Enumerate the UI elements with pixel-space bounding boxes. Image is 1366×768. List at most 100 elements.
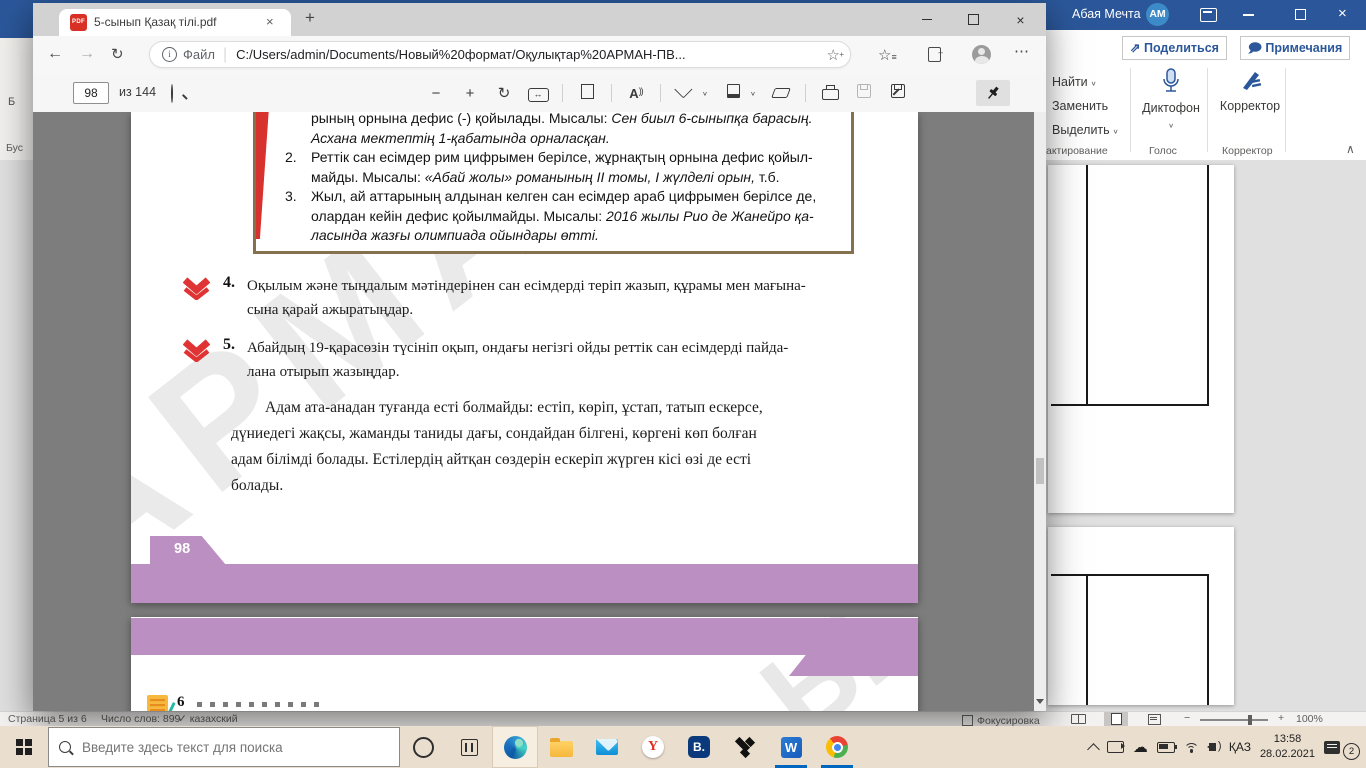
word-restore-button[interactable] [1295, 6, 1309, 20]
keyboard-language[interactable]: ҚАЗ [1229, 740, 1251, 754]
word-close-button[interactable]: × [1338, 5, 1347, 22]
collapse-ribbon-button[interactable]: ∧ [1346, 142, 1355, 156]
eraser-icon[interactable] [764, 85, 798, 102]
page-view-icon[interactable] [570, 80, 604, 103]
edge-minimize-button[interactable] [903, 3, 950, 36]
site-info-icon[interactable]: i [162, 47, 177, 62]
comments-button[interactable]: 🗩 Примечания [1240, 36, 1351, 60]
select-button[interactable]: Выделить ∨ [1052, 123, 1119, 137]
print-icon[interactable] [813, 84, 847, 102]
zoom-out-button[interactable]: − [1184, 712, 1190, 724]
cortana-button[interactable] [400, 726, 446, 768]
pdf-viewer[interactable]: АРМАН-ПВ рының орнына дефис (-) қойылады… [33, 112, 1046, 711]
ribbon-display-options-icon[interactable] [1200, 8, 1217, 22]
yandex-browser-button[interactable]: Y [630, 726, 676, 768]
file-explorer-button[interactable] [538, 726, 584, 768]
red-ribbon-decoration [256, 112, 269, 239]
read-aloud-icon[interactable]: A)) [619, 85, 653, 102]
save-icon[interactable] [847, 84, 881, 102]
taskbar-search[interactable] [48, 727, 400, 767]
pin-toolbar-button[interactable] [976, 80, 1010, 106]
zoom-slider-thumb[interactable] [1248, 715, 1252, 725]
focus-mode-button[interactable]: Фокусировка [962, 713, 1040, 727]
hidden-icons-chevron-icon[interactable] [1086, 742, 1100, 756]
pdf-file-icon: PDF [70, 14, 87, 31]
notification-badge: 2 [1343, 742, 1360, 760]
highlight-options-chevron-icon[interactable]: ∨ [750, 90, 764, 97]
scroll-down-arrow-icon[interactable] [1036, 699, 1044, 708]
battery-icon[interactable] [1156, 741, 1178, 753]
print-layout-button[interactable] [1104, 712, 1128, 726]
browser-tab[interactable]: PDF 5-сынып Қазақ тілі.pdf × [59, 9, 291, 36]
zoom-in-icon[interactable]: + [453, 85, 487, 102]
address-bar[interactable]: i Файл | C:/Users/admin/Documents/Новый%… [149, 41, 851, 68]
read-mode-button[interactable] [1066, 712, 1090, 726]
word-minimize-button[interactable] [1243, 14, 1254, 16]
ribbon-separator [1130, 68, 1131, 152]
fit-to-width-icon[interactable]: ↔ [521, 84, 555, 102]
meet-now-icon[interactable] [1106, 741, 1125, 753]
exercise-text: Оқылым және тыңдалым мәтіндерінен сан ес… [247, 278, 806, 318]
draw-options-chevron-icon[interactable]: ∨ [702, 90, 716, 97]
onedrive-cloud-icon[interactable]: ☁ [1133, 740, 1148, 755]
exercise-number: 5. [223, 336, 235, 353]
new-tab-button[interactable]: + [305, 8, 315, 28]
back-button[interactable]: ← [47, 45, 63, 63]
share-button[interactable]: ⇗ Поделиться [1122, 36, 1227, 60]
zoom-out-icon[interactable]: − [419, 85, 453, 102]
word-page[interactable] [1048, 527, 1234, 705]
save-as-icon[interactable] [881, 84, 915, 102]
scrollbar-thumb[interactable] [1036, 458, 1044, 484]
edge-maximize-button[interactable] [950, 3, 997, 36]
find-button[interactable]: Найти ∨ [1052, 75, 1097, 89]
clock[interactable]: 13:58 28.02.2021 [1260, 732, 1315, 762]
taskbar-word-button[interactable]: W [768, 726, 814, 768]
zoom-slider[interactable] [1200, 715, 1268, 725]
taskbar-chrome-button[interactable] [814, 726, 860, 768]
add-favorite-icon[interactable]: ☆ + [827, 46, 844, 64]
action-center-icon[interactable] [1324, 740, 1340, 754]
word-share-row: ⇗ Поделиться 🗩 Примечания [1046, 30, 1366, 64]
search-input[interactable] [80, 738, 389, 756]
wifi-icon[interactable] [1183, 742, 1200, 753]
web-layout-button[interactable] [1142, 712, 1166, 726]
favorites-icon[interactable]: ☆≡ [878, 46, 897, 64]
zoom-in-button[interactable]: + [1278, 712, 1284, 724]
page-info[interactable]: Страница 5 из 6 [8, 713, 87, 725]
rotate-icon[interactable]: ↻ [487, 84, 521, 102]
dropbox-button[interactable] [722, 726, 768, 768]
task-view-button[interactable] [446, 726, 492, 768]
zoom-level[interactable]: 100% [1296, 713, 1323, 725]
language-status[interactable]: ✓ казахский [178, 713, 238, 725]
avatar[interactable]: AM [1146, 3, 1169, 26]
url-text[interactable]: C:/Users/admin/Documents/Новый%20формат/… [236, 47, 826, 62]
dictate-button[interactable]: Диктофон ∨ [1142, 68, 1200, 133]
replace-button[interactable]: Заменить [1052, 99, 1108, 113]
profile-avatar[interactable] [972, 45, 991, 64]
highlighter-icon[interactable] [716, 84, 750, 102]
word-page[interactable] [1048, 165, 1234, 513]
pdf-scrollbar[interactable] [1034, 112, 1046, 711]
pdf-search-icon[interactable] [171, 84, 173, 103]
editor-button[interactable]: Корректор [1218, 68, 1282, 113]
start-button[interactable] [0, 726, 48, 768]
taskbar-edge-button[interactable] [492, 726, 538, 768]
volume-icon[interactable] [1206, 740, 1222, 752]
mail-button[interactable] [584, 726, 630, 768]
table-border [1086, 165, 1088, 404]
edge-close-button[interactable]: × [997, 3, 1044, 36]
reload-button[interactable]: ↻ [111, 45, 124, 63]
group-label-editing: актирование [1046, 145, 1108, 157]
booking-button[interactable]: B. [676, 726, 722, 768]
collections-icon[interactable]: + [928, 47, 943, 66]
page-number-input[interactable] [73, 82, 109, 104]
edge-tabbar: PDF 5-сынып Қазақ тілі.pdf × + × [33, 3, 1046, 36]
tray-time: 13:58 [1273, 733, 1302, 746]
tab-close-button[interactable]: × [266, 14, 274, 29]
forward-button[interactable]: → [79, 45, 95, 63]
paragraph-line: Адам ата-анадан туғанда есті болмайды: е… [265, 399, 763, 416]
settings-more-icon[interactable]: ⋯ [1014, 42, 1029, 60]
word-count[interactable]: Число слов: 899 [101, 713, 180, 725]
close-icon: × [1016, 11, 1025, 28]
draw-pen-icon[interactable] [668, 79, 702, 102]
